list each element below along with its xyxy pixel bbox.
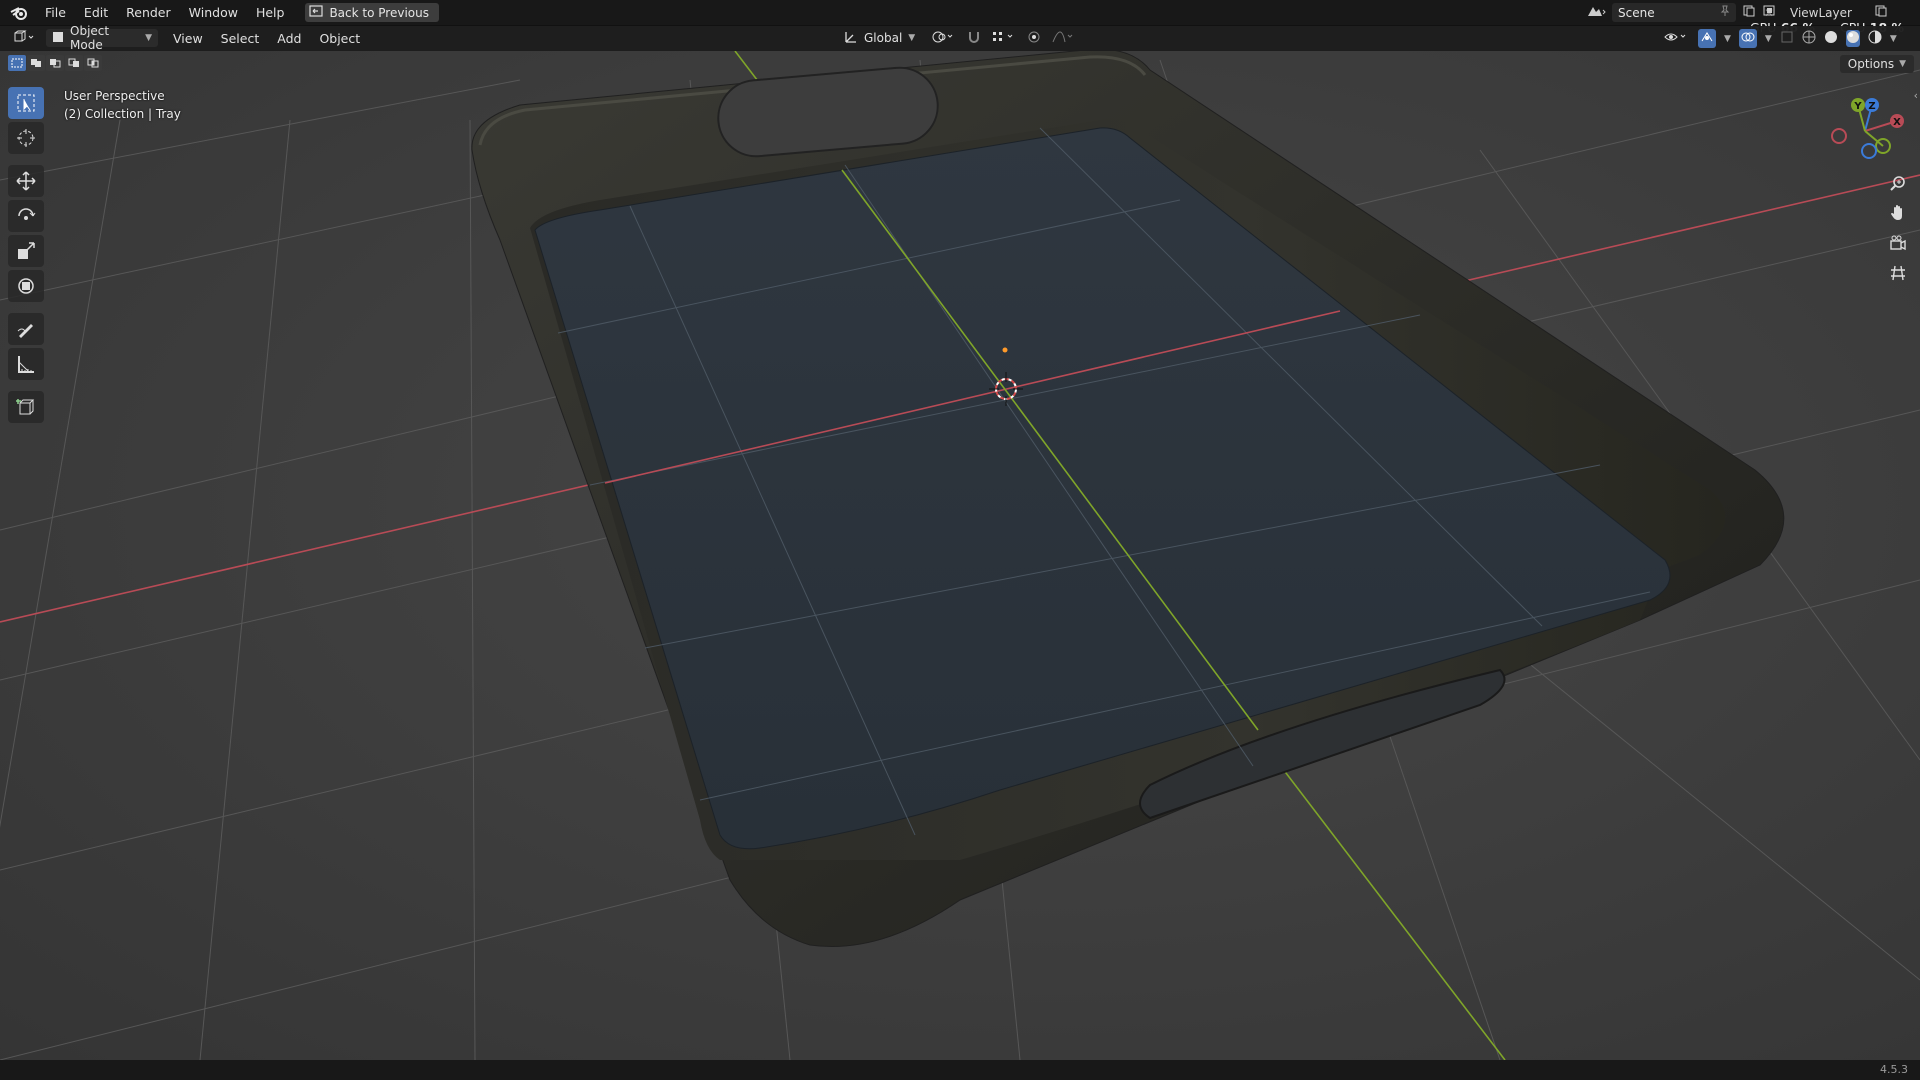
zoom-icon[interactable] bbox=[1886, 171, 1910, 195]
mode-label: Object Mode bbox=[70, 24, 110, 52]
tool-shelf bbox=[8, 87, 46, 426]
select-subtract-icon[interactable] bbox=[46, 55, 64, 71]
rotate-tool[interactable] bbox=[8, 200, 44, 232]
sidebar-toggle-icon[interactable]: ‹ bbox=[1914, 89, 1918, 102]
options-dropdown[interactable]: Options ▼ bbox=[1839, 55, 1914, 73]
move-tool[interactable] bbox=[8, 165, 44, 197]
mode-dropdown[interactable]: Object Mode ▼ bbox=[46, 24, 158, 52]
measure-tool[interactable] bbox=[8, 348, 44, 380]
orientation-icon bbox=[844, 30, 858, 47]
pin-icon[interactable] bbox=[1720, 5, 1730, 20]
gizmo-toggle-icon[interactable] bbox=[1698, 29, 1716, 48]
blender-logo-icon[interactable] bbox=[8, 2, 30, 24]
select-box-tool[interactable] bbox=[8, 87, 44, 119]
overlays-dropdown-icon[interactable]: ▼ bbox=[1765, 34, 1772, 44]
transform-controls: Global ▼ bbox=[838, 29, 1077, 47]
header-menu-object[interactable]: Object bbox=[310, 31, 369, 46]
visibility-icon[interactable] bbox=[1664, 30, 1690, 47]
snap-grid-icon[interactable] bbox=[991, 30, 1017, 47]
options-label: Options bbox=[1847, 57, 1895, 71]
object-mode-icon bbox=[52, 31, 64, 46]
cursor-tool[interactable] bbox=[8, 122, 44, 154]
menu-file[interactable]: File bbox=[36, 0, 75, 25]
top-bar: File Edit Render Window Help Back to Pre… bbox=[0, 0, 1920, 26]
main-menu: File Edit Render Window Help Back to Pre… bbox=[0, 0, 439, 25]
proportional-edit-icon[interactable] bbox=[1027, 30, 1041, 47]
wireframe-shading-icon[interactable] bbox=[1802, 30, 1816, 47]
editor-type-icon[interactable] bbox=[12, 30, 36, 47]
header-menu-view[interactable]: View bbox=[164, 31, 212, 46]
solid-shading-icon[interactable] bbox=[1824, 30, 1838, 47]
object-origin bbox=[1002, 347, 1008, 353]
viewport-info: User Perspective (2) Collection | Tray bbox=[64, 87, 181, 123]
gizmo-neg-z-axis[interactable] bbox=[1861, 143, 1877, 159]
chevron-down-icon: ▼ bbox=[908, 33, 916, 43]
camera-view-icon[interactable] bbox=[1886, 231, 1910, 255]
scene-icon bbox=[1586, 4, 1606, 21]
select-intersect-icon[interactable] bbox=[84, 55, 102, 71]
view-layer-name[interactable]: ViewLayer bbox=[1790, 6, 1860, 20]
back-to-previous-button[interactable]: Back to Previous bbox=[305, 3, 439, 22]
material-shading-icon[interactable] bbox=[1845, 30, 1860, 47]
pivot-icon[interactable] bbox=[931, 30, 957, 47]
header-menu-add[interactable]: Add bbox=[268, 31, 310, 46]
select-invert-icon[interactable] bbox=[65, 55, 83, 71]
rendered-shading-icon[interactable] bbox=[1868, 30, 1882, 47]
navigation-gizmo[interactable]: Z X Y bbox=[1825, 91, 1905, 171]
scene-name[interactable]: Scene bbox=[1618, 6, 1714, 20]
menu-help[interactable]: Help bbox=[247, 0, 294, 25]
header-menu-select[interactable]: Select bbox=[212, 31, 269, 46]
falloff-icon[interactable] bbox=[1051, 30, 1077, 47]
viewport-scene bbox=[0, 51, 1920, 1060]
view-layer-icon bbox=[1762, 4, 1782, 21]
select-extend-icon[interactable] bbox=[27, 55, 45, 71]
new-view-layer-icon[interactable] bbox=[1874, 4, 1888, 21]
xray-icon[interactable] bbox=[1780, 30, 1794, 47]
gizmo-dropdown-icon[interactable]: ▼ bbox=[1724, 34, 1731, 44]
orientation-label: Global bbox=[864, 31, 903, 45]
viewport-display-controls: ▼ ▼ ▼ bbox=[1664, 29, 1897, 48]
scene-selector[interactable]: Scene ✕ bbox=[1586, 0, 1774, 25]
snap-icon[interactable] bbox=[967, 30, 981, 47]
viewport-header: Object Mode ▼ View Select Add Object Glo… bbox=[0, 24, 1920, 52]
selection-mode-buttons bbox=[8, 55, 102, 71]
perspective-label: User Perspective bbox=[64, 89, 165, 103]
version-label: 4.5.3 bbox=[1880, 1063, 1908, 1076]
orientation-dropdown[interactable]: Global ▼ bbox=[838, 29, 921, 47]
pan-hand-icon[interactable] bbox=[1886, 201, 1910, 225]
overlays-icon[interactable] bbox=[1738, 29, 1757, 48]
back-icon bbox=[309, 5, 324, 20]
select-new-icon[interactable] bbox=[8, 55, 26, 71]
transform-tool[interactable] bbox=[8, 270, 44, 302]
chevron-down-icon: ▼ bbox=[1899, 59, 1906, 69]
gizmo-y-label: Y bbox=[1853, 101, 1862, 112]
status-bar: 4.5.3 bbox=[0, 1060, 1920, 1080]
menu-render[interactable]: Render bbox=[117, 0, 180, 25]
shading-dropdown-icon[interactable]: ▼ bbox=[1890, 34, 1897, 44]
gizmo-x-label: X bbox=[1893, 117, 1901, 128]
gizmo-z-label: Z bbox=[1868, 101, 1875, 112]
collection-label: (2) Collection | Tray bbox=[64, 107, 181, 121]
annotate-tool[interactable] bbox=[8, 313, 44, 345]
new-scene-icon[interactable] bbox=[1742, 4, 1756, 21]
3d-viewport[interactable]: User Perspective (2) Collection | Tray O… bbox=[0, 51, 1920, 1060]
gizmo-neg-x-axis[interactable] bbox=[1831, 128, 1847, 144]
ortho-grid-icon[interactable] bbox=[1886, 261, 1910, 285]
menu-edit[interactable]: Edit bbox=[75, 0, 117, 25]
add-cube-tool[interactable] bbox=[8, 391, 44, 423]
menu-window[interactable]: Window bbox=[180, 0, 247, 25]
scale-tool[interactable] bbox=[8, 235, 44, 267]
chevron-down-icon: ▼ bbox=[145, 33, 152, 43]
back-label: Back to Previous bbox=[329, 5, 429, 20]
